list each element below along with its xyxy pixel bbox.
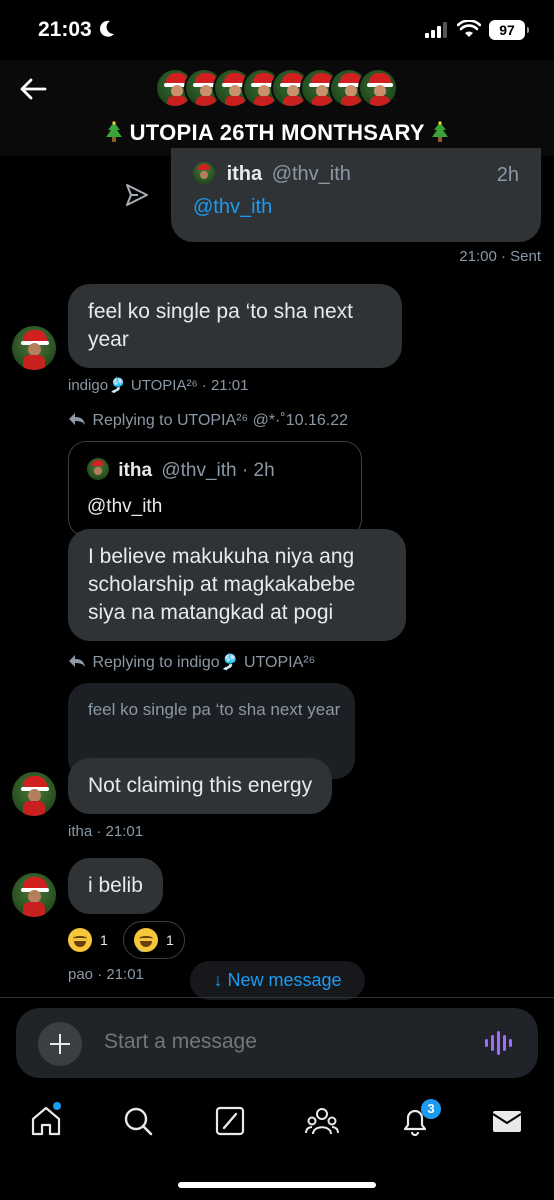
status-bar: 21:03 97	[0, 0, 554, 60]
sent-meta: 21:00 · Sent	[459, 248, 541, 265]
quote-author-name: itha	[226, 163, 263, 185]
reaction-count: 1	[100, 932, 108, 948]
member-avatar	[358, 68, 398, 108]
message-bubble[interactable]: feel ko single pa ‘to sha next year	[68, 284, 402, 368]
laughing-face-icon	[68, 928, 92, 952]
grok-icon[interactable]	[213, 1104, 247, 1138]
quote-author-handle: @thv_ith	[271, 163, 351, 185]
tears-of-joy-face-icon	[134, 928, 158, 952]
message-bubble[interactable]: Not claiming this energy	[68, 758, 333, 814]
message-meta: pao · 21:01	[68, 966, 144, 983]
sent-shared-post[interactable]: itha @thv_ith 2h @thv_ith	[171, 148, 541, 242]
reaction-tears-of-joy[interactable]: 1	[123, 921, 185, 959]
message-meta: indigo🎐 UTOPIA²⁶ · 21:01	[68, 377, 249, 394]
message-input[interactable]	[104, 1030, 464, 1054]
quote-body: @thv_ith	[87, 496, 163, 517]
divider	[0, 997, 554, 998]
messages-envelope-icon[interactable]	[490, 1104, 524, 1138]
notifications-badge: 3	[421, 1099, 441, 1119]
avatar[interactable]	[12, 873, 56, 917]
group-title: UTOPIA 26TH MONTHSARY	[129, 120, 425, 145]
reply-arrow-icon	[69, 655, 85, 667]
quoted-post-card[interactable]: itha @thv_ith · 2h @thv_ith	[68, 441, 362, 537]
reaction-count: 1	[166, 932, 174, 948]
message-meta: itha · 21:01	[68, 823, 144, 840]
message-composer	[16, 1008, 538, 1078]
christmas-tree-icon	[431, 121, 448, 142]
quote-age: 2h	[496, 164, 519, 186]
reaction-laughing[interactable]: 1	[58, 921, 118, 959]
avatar[interactable]	[12, 326, 56, 370]
new-message-button[interactable]: ↓ New message	[190, 961, 365, 1000]
conversation-header: UTOPIA 26TH MONTHSARY	[0, 60, 554, 156]
author-avatar	[193, 162, 215, 184]
quote-author-meta: @thv_ith · 2h	[161, 460, 275, 481]
quote-body: @thv_ith	[193, 196, 273, 218]
home-indicator	[178, 1182, 376, 1188]
search-icon[interactable]	[121, 1104, 155, 1138]
message-bubble[interactable]: I believe makukuha niya ang scholarship …	[68, 529, 406, 641]
author-avatar	[87, 458, 109, 480]
voice-message-icon[interactable]	[484, 1030, 514, 1056]
wifi-icon	[457, 20, 481, 37]
christmas-tree-icon	[106, 121, 123, 142]
quote-author-name: itha	[118, 460, 153, 481]
share-icon	[126, 184, 148, 206]
cellular-signal-icon	[425, 22, 447, 38]
add-attachment-button[interactable]	[38, 1022, 82, 1066]
battery-indicator: 97	[489, 20, 529, 40]
message-bubble[interactable]: i belib	[68, 858, 163, 914]
avatar[interactable]	[12, 772, 56, 816]
reply-context: Replying to UTOPIA²⁶ @*·˚10.16.22	[68, 412, 348, 430]
status-time: 21:03	[38, 18, 92, 41]
communities-icon[interactable]	[305, 1104, 339, 1138]
home-unread-dot	[53, 1102, 61, 1110]
reply-to-text: Replying to UTOPIA²⁶ @*·˚10.16.22	[92, 412, 348, 429]
group-avatars[interactable]	[155, 68, 405, 110]
quoted-message-text: feel ko single pa ‘to sha next year	[88, 700, 341, 719]
reply-context: Replying to indigo🎐 UTOPIA²⁶	[68, 652, 315, 672]
reply-arrow-icon	[69, 413, 85, 425]
group-title-row[interactable]: UTOPIA 26TH MONTHSARY	[0, 120, 554, 146]
back-arrow-icon[interactable]	[18, 76, 48, 102]
reply-to-text: Replying to indigo🎐 UTOPIA²⁶	[92, 654, 316, 671]
moon-icon	[99, 20, 114, 37]
